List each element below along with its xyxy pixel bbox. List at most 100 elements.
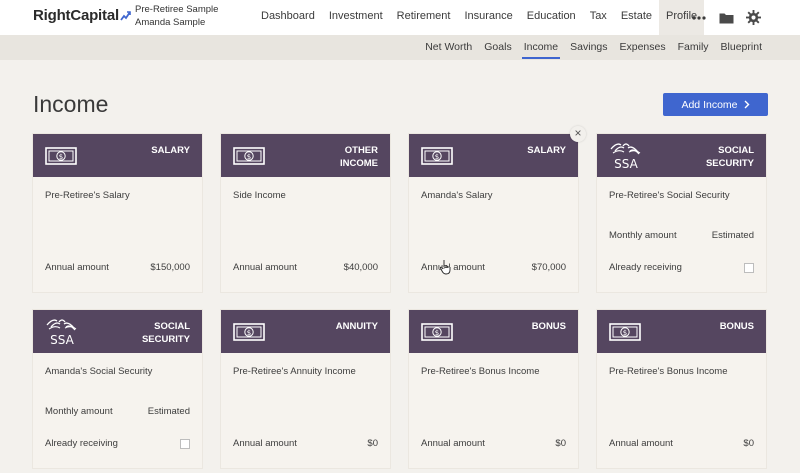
nav-investment[interactable]: Investment <box>322 0 390 35</box>
annual-amount-row: Annual amount $0 <box>421 438 566 449</box>
already-receiving-checkbox[interactable] <box>744 262 754 273</box>
monthly-amount-label: Monthly amount <box>609 230 677 241</box>
already-receiving-checkbox[interactable] <box>180 438 190 449</box>
nav-education[interactable]: Education <box>520 0 583 35</box>
card-header: SSA SOCIAL SECURITY <box>33 310 202 353</box>
subnav-family[interactable]: Family <box>672 35 715 60</box>
subnav-income[interactable]: Income <box>518 35 564 60</box>
monthly-amount-label: Monthly amount <box>45 406 113 417</box>
brand-name: RightCapital <box>33 7 119 24</box>
card-header: $ BONUS <box>409 310 578 353</box>
gear-icon[interactable] <box>744 9 762 27</box>
svg-text:$: $ <box>623 329 627 337</box>
already-receiving-label: Already receiving <box>45 438 118 449</box>
add-income-button[interactable]: Add Income <box>663 93 768 116</box>
already-receiving-row: Already receiving <box>45 438 190 449</box>
income-card[interactable]: $ BONUS Pre-Retiree's Bonus Income Annua… <box>409 310 578 468</box>
card-type-line1: OTHER <box>344 145 378 156</box>
client-switcher[interactable]: Pre-Retiree Sample Amanda Sample <box>135 4 218 29</box>
client-name-primary: Pre-Retiree Sample <box>135 4 219 15</box>
monthly-amount-row: Monthly amount Estimated <box>609 230 754 241</box>
nav-tax[interactable]: Tax <box>583 0 614 35</box>
nav-dashboard[interactable]: Dashboard <box>254 0 322 35</box>
card-type-line1: SALARY <box>527 145 566 156</box>
card-header: $ ANNUITY <box>221 310 390 353</box>
income-card[interactable]: $ SALARY Amanda's Salary Annual amount $… <box>409 134 578 292</box>
annual-amount-label: Annual amount <box>233 262 297 273</box>
subnav-savings[interactable]: Savings <box>564 35 613 60</box>
income-card[interactable]: $ SALARY Pre-Retiree's Salary Annual amo… <box>33 134 202 292</box>
svg-text:$: $ <box>247 329 251 337</box>
subnav-net-worth[interactable]: Net Worth <box>419 35 478 60</box>
card-type-line1: SALARY <box>151 145 190 156</box>
income-name: Amanda's Salary <box>421 190 493 201</box>
brand-logo[interactable]: RightCapital <box>33 7 132 24</box>
income-name: Pre-Retiree's Social Security <box>609 190 730 201</box>
annual-amount-value: $40,000 <box>343 262 378 273</box>
annual-amount-value: $150,000 <box>150 262 190 273</box>
card-type-line1: ANNUITY <box>335 321 378 332</box>
annual-amount-label: Annual amount <box>45 262 109 273</box>
annual-amount-label: Annual amount <box>609 438 673 449</box>
annual-amount-value: $0 <box>555 438 566 449</box>
card-header: $ SALARY <box>33 134 202 177</box>
income-card[interactable]: $ OTHER INCOME Side Income Annual amount… <box>221 134 390 292</box>
card-type: OTHER INCOME <box>298 145 378 170</box>
subnav-expenses[interactable]: Expenses <box>614 35 672 60</box>
cash-icon: $ <box>233 147 265 165</box>
card-type-line2: INCOME <box>340 157 378 169</box>
income-card[interactable]: $ ANNUITY Pre-Retiree's Annuity Income A… <box>221 310 390 468</box>
income-name: Pre-Retiree's Bonus Income <box>609 366 728 377</box>
cash-icon: $ <box>233 323 265 341</box>
income-name: Pre-Retiree's Salary <box>45 190 130 201</box>
chevron-right-icon <box>744 100 750 109</box>
nav-retirement[interactable]: Retirement <box>390 0 458 35</box>
cash-icon: $ <box>421 323 453 341</box>
top-navbar: RightCapital Pre-Retiree Sample Amanda S… <box>0 0 800 35</box>
already-receiving-label: Already receiving <box>609 262 682 273</box>
annual-amount-value: $0 <box>367 438 378 449</box>
subnav-goals[interactable]: Goals <box>478 35 517 60</box>
income-name: Pre-Retiree's Bonus Income <box>421 366 540 377</box>
income-card[interactable]: SSA SOCIAL SECURITY Amanda's Social Secu… <box>33 310 202 468</box>
trend-arrow-icon <box>120 10 131 21</box>
svg-text:$: $ <box>247 153 251 161</box>
svg-text:$: $ <box>435 153 439 161</box>
income-name: Side Income <box>233 190 286 201</box>
annual-amount-row: Annual amount $40,000 <box>233 262 378 273</box>
card-header: $ BONUS <box>597 310 766 353</box>
card-type-line1: SOCIAL <box>154 321 190 332</box>
svg-text:$: $ <box>59 153 63 161</box>
card-header: SSA SOCIAL SECURITY <box>597 134 766 177</box>
card-type: BONUS <box>486 321 566 334</box>
subnav-blueprint[interactable]: Blueprint <box>715 35 768 60</box>
close-icon[interactable]: × <box>570 126 586 142</box>
monthly-amount-row: Monthly amount Estimated <box>45 406 190 417</box>
annual-amount-label: Annual amount <box>233 438 297 449</box>
client-name-secondary: Amanda Sample <box>135 16 206 28</box>
more-icon[interactable] <box>690 9 708 27</box>
ssa-logo-icon: SSA <box>610 143 641 170</box>
income-name: Pre-Retiree's Annuity Income <box>233 366 356 377</box>
annual-amount-row: Annual amount $150,000 <box>45 262 190 273</box>
card-type-line1: SOCIAL <box>718 145 754 156</box>
card-type-line1: BONUS <box>531 321 566 332</box>
card-type-line1: BONUS <box>719 321 754 332</box>
folder-icon[interactable] <box>717 9 735 27</box>
svg-text:$: $ <box>435 329 439 337</box>
card-header: $ SALARY <box>409 134 578 177</box>
income-card[interactable]: $ BONUS Pre-Retiree's Bonus Income Annua… <box>597 310 766 468</box>
annual-amount-value: $70,000 <box>531 262 566 273</box>
annual-amount-row: Annual amount $0 <box>233 438 378 449</box>
nav-insurance[interactable]: Insurance <box>457 0 519 35</box>
nav-estate[interactable]: Estate <box>614 0 659 35</box>
annual-amount-value: $0 <box>743 438 754 449</box>
monthly-amount-value: Estimated <box>147 406 190 417</box>
profile-subnav-bar: Net Worth Goals Income Savings Expenses … <box>0 35 800 60</box>
card-type: SALARY <box>486 145 566 158</box>
card-type: BONUS <box>674 321 754 334</box>
income-name: Amanda's Social Security <box>45 366 153 377</box>
income-card[interactable]: SSA SOCIAL SECURITY Pre-Retiree's Social… <box>597 134 766 292</box>
card-type-line2: SECURITY <box>705 157 754 169</box>
toolbar-icons <box>690 0 762 35</box>
